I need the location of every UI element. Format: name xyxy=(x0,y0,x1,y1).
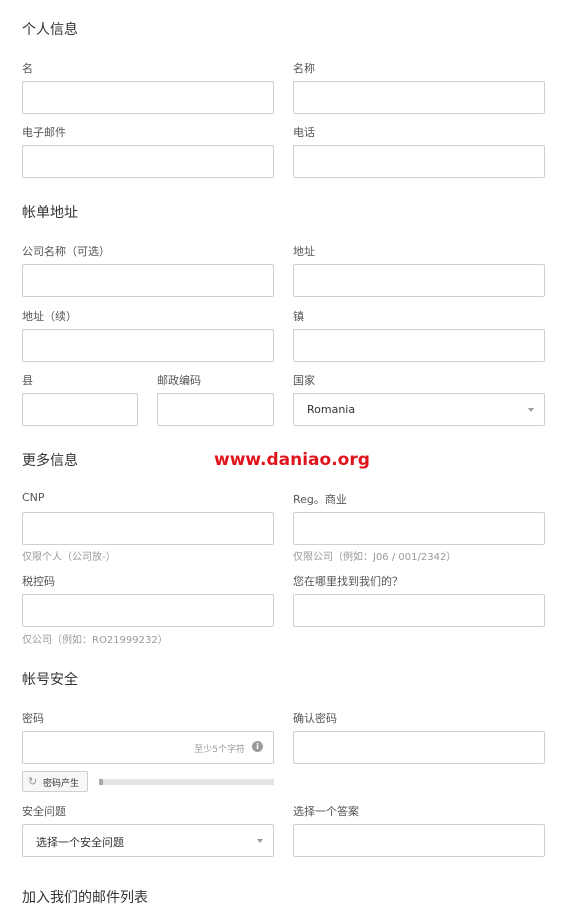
chevron-down-icon xyxy=(257,839,263,843)
phone-input[interactable] xyxy=(293,145,545,178)
cnp-input[interactable] xyxy=(22,512,274,545)
section-mailing-heading: 加入我们的邮件列表 xyxy=(22,890,148,906)
password-input[interactable]: 至少5个字符 i xyxy=(22,731,274,764)
password-strength-bar xyxy=(99,779,274,785)
security-question-label: 安全问题 xyxy=(22,805,66,818)
generate-password-button[interactable]: ↻ 密码产生 xyxy=(22,771,88,792)
company-label: 公司名称（可选） xyxy=(22,245,110,258)
refresh-icon: ↻ xyxy=(28,775,38,788)
postcode-input[interactable] xyxy=(157,393,274,426)
email-label: 电子邮件 xyxy=(22,126,66,139)
country-select-value: Romania xyxy=(307,403,356,416)
last-name-label: 名称 xyxy=(293,62,315,75)
info-icon[interactable]: i xyxy=(252,741,263,752)
password-strength-fill xyxy=(99,779,103,785)
password-label: 密码 xyxy=(22,712,44,725)
address2-label: 地址（续） xyxy=(22,310,77,323)
company-input[interactable] xyxy=(22,264,274,297)
confirm-password-label: 确认密码 xyxy=(293,712,337,725)
last-name-input[interactable] xyxy=(293,81,545,114)
cnp-hint: 仅限个人（公司放-） xyxy=(22,552,116,563)
address1-input[interactable] xyxy=(293,264,545,297)
watermark-text: www.daniao.org xyxy=(214,450,370,470)
security-question-select[interactable]: 选择一个安全问题 xyxy=(22,824,274,857)
first-name-input[interactable] xyxy=(22,81,274,114)
email-input[interactable] xyxy=(22,145,274,178)
chevron-down-icon xyxy=(528,408,534,412)
source-label: 您在哪里找到我们的？ xyxy=(293,575,403,588)
source-input[interactable] xyxy=(293,594,545,627)
first-name-label: 名 xyxy=(22,62,33,75)
tax-hint: 仅公司（例如：RO21999232） xyxy=(22,635,168,646)
confirm-password-input[interactable] xyxy=(293,731,545,764)
postcode-label: 邮政编码 xyxy=(157,374,201,387)
security-question-value: 选择一个安全问题 xyxy=(36,836,124,849)
section-more-heading: 更多信息 xyxy=(22,453,78,469)
cnp-label: CNP xyxy=(22,491,45,504)
reg-hint: 仅限公司（例如：J06 / 001/2342） xyxy=(293,552,457,563)
reg-label: Reg。商业 xyxy=(293,493,347,506)
county-input[interactable] xyxy=(22,393,138,426)
county-label: 县 xyxy=(22,374,33,387)
city-input[interactable] xyxy=(293,329,545,362)
section-personal-heading: 个人信息 xyxy=(22,22,78,38)
tax-input[interactable] xyxy=(22,594,274,627)
address1-label: 地址 xyxy=(293,245,315,258)
answer-input[interactable] xyxy=(293,824,545,857)
section-billing-heading: 帐单地址 xyxy=(22,205,78,221)
password-min-hint: 至少5个字符 xyxy=(194,745,245,755)
reg-input[interactable] xyxy=(293,512,545,545)
country-label: 国家 xyxy=(293,374,315,387)
city-label: 镇 xyxy=(293,310,304,323)
generate-password-label: 密码产生 xyxy=(43,779,80,789)
section-security-heading: 帐号安全 xyxy=(22,672,78,688)
country-select[interactable]: Romania xyxy=(293,393,545,426)
address2-input[interactable] xyxy=(22,329,274,362)
phone-label: 电话 xyxy=(293,126,315,139)
answer-label: 选择一个答案 xyxy=(293,805,359,818)
tax-label: 税控码 xyxy=(22,575,55,588)
